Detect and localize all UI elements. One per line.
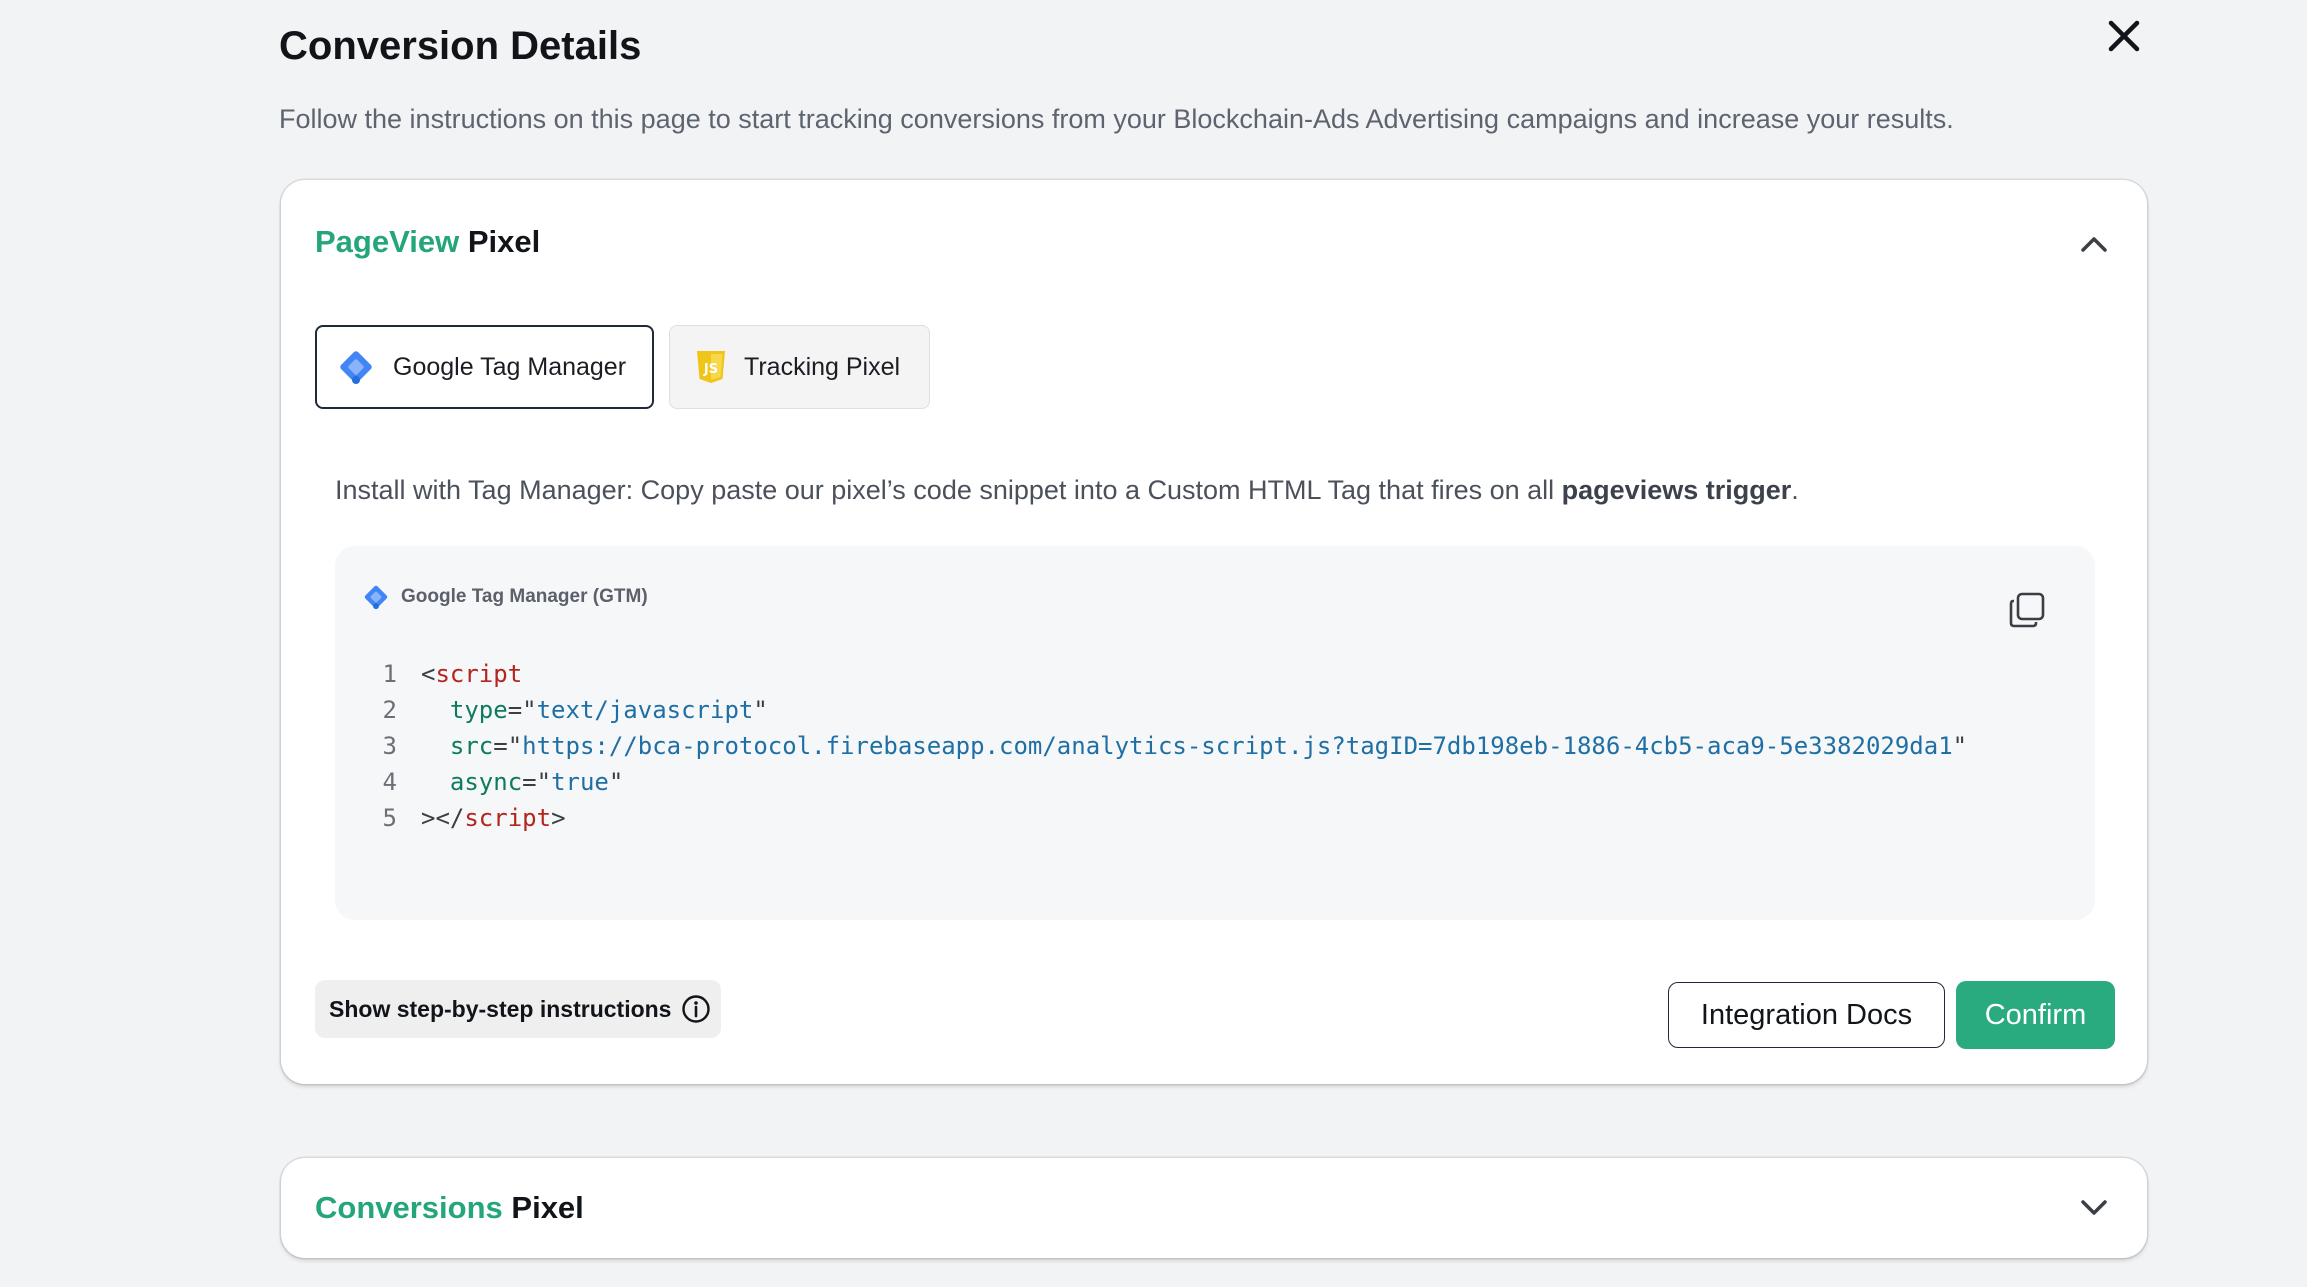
tab-google-tag-manager[interactable]: Google Tag Manager (315, 325, 654, 409)
tab-label: Google Tag Manager (393, 352, 627, 381)
instruction-end: . (1791, 475, 1799, 505)
code-box-header: Google Tag Manager (GTM) (361, 582, 648, 612)
page-title: Conversion Details (279, 24, 642, 68)
code-line: 2 type="text/javascript" (375, 692, 1967, 728)
close-icon (2108, 20, 2140, 52)
code-punct: > (551, 804, 566, 832)
line-number: 1 (382, 660, 397, 688)
conversions-card-title: Conversions Pixel (315, 1190, 584, 1226)
code-punct: " (1952, 732, 1968, 760)
card-title-accent: Conversions (315, 1190, 503, 1225)
code-line: 5 ></script> (375, 800, 1967, 836)
tab-tracking-pixel[interactable]: JS Tracking Pixel (669, 325, 930, 409)
install-instruction: Install with Tag Manager: Copy paste our… (335, 475, 1799, 506)
code-box-label: Google Tag Manager (GTM) (401, 586, 648, 607)
tab-label: Tracking Pixel (744, 352, 901, 381)
code-line: 3 src="https://bca-protocol.firebaseapp.… (375, 728, 1968, 764)
conversions-pixel-card[interactable]: Conversions Pixel (281, 1158, 2147, 1258)
copy-button[interactable] (2007, 590, 2047, 630)
line-number: 5 (382, 804, 397, 832)
code-punct: " (753, 696, 768, 724)
gtm-icon (361, 582, 391, 612)
code-attr: src (449, 732, 494, 760)
card-title-rest: Pixel (467, 224, 541, 259)
line-number: 2 (382, 696, 397, 724)
integration-docs-button[interactable]: Integration Docs (1668, 982, 1945, 1048)
expand-button[interactable] (2076, 1190, 2112, 1226)
chevron-down-icon (2081, 1200, 2107, 1215)
code-punct: =" (522, 768, 552, 796)
line-number: 4 (382, 768, 397, 796)
chevron-up-icon (2081, 237, 2107, 252)
code-attr: async (449, 768, 523, 796)
code-punct: " (608, 768, 624, 796)
code-tag: script (435, 660, 523, 688)
show-instructions-button[interactable]: Show step-by-step instructions (315, 980, 721, 1038)
card-title-rest: Pixel (511, 1190, 584, 1225)
code-snippet: 1 <script 2 type="text/javascript" 3 src="h… (375, 656, 1968, 836)
svg-text:JS: JS (703, 362, 718, 377)
code-punct: =" (493, 732, 523, 760)
copy-icon (2009, 592, 2045, 628)
code-string: https://bca-protocol.firebaseapp.com/ana… (522, 732, 1953, 760)
close-button[interactable] (2102, 14, 2146, 58)
code-line: 4 async="true" (375, 764, 1967, 800)
code-punct: < (421, 660, 436, 688)
code-snippet-box: Google Tag Manager (GTM) 1 <script 2 type=… (335, 546, 2095, 920)
page-subtitle: Follow the instructions on this page to … (279, 104, 1954, 134)
pageview-pixel-card: PageView Pixel Google Tag Manager JS Tra… (281, 180, 2147, 1084)
show-instructions-label: Show step-by-step instructions (329, 995, 672, 1022)
code-tag: script (464, 804, 552, 832)
code-string: text/javascript (536, 696, 754, 724)
code-line: 1 <script (375, 656, 1967, 692)
line-number: 3 (382, 732, 397, 760)
info-icon (681, 994, 711, 1024)
instruction-text: Install with Tag Manager: Copy paste our… (335, 475, 1562, 505)
code-attr: type (449, 696, 508, 724)
code-string: true (551, 768, 609, 796)
gtm-icon (335, 346, 377, 388)
card-title-accent: PageView (315, 224, 460, 259)
pageview-card-title: PageView Pixel (315, 224, 540, 260)
confirm-button[interactable]: Confirm (1956, 981, 2115, 1049)
js-icon: JS (694, 349, 728, 385)
code-punct: =" (507, 696, 537, 724)
collapse-button[interactable] (2076, 226, 2112, 262)
instruction-bold: pageviews trigger (1561, 475, 1792, 505)
code-punct: ></ (421, 804, 465, 832)
